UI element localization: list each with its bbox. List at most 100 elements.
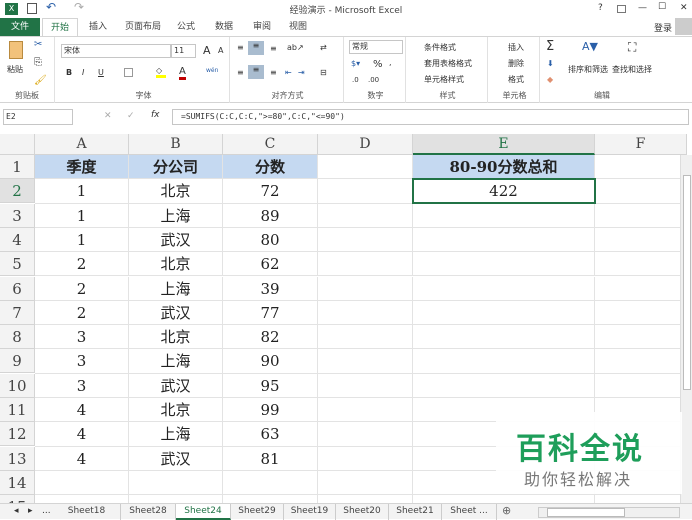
data-cell[interactable]: 1 xyxy=(35,179,129,204)
merge-center-icon[interactable]: ⊟ xyxy=(320,68,327,77)
row-header-11[interactable]: 11 xyxy=(0,398,35,422)
cut-icon[interactable]: ✂ xyxy=(34,39,42,50)
cell[interactable] xyxy=(318,470,413,496)
align-right-icon[interactable]: ≡ xyxy=(270,68,277,77)
cell[interactable] xyxy=(595,373,687,398)
cell[interactable] xyxy=(413,227,595,253)
cell[interactable] xyxy=(413,325,595,350)
row-header-1[interactable]: 1 xyxy=(0,155,35,179)
data-cell[interactable]: 北京 xyxy=(129,252,223,277)
data-cell[interactable]: 3 xyxy=(35,325,129,350)
paste-icon[interactable] xyxy=(9,41,23,59)
cell[interactable] xyxy=(413,252,595,277)
data-cell[interactable]: 2 xyxy=(35,300,129,326)
format-painter-icon[interactable]: 🖌 xyxy=(34,75,47,86)
sort-filter-icon[interactable]: A▼ xyxy=(582,40,598,53)
cell[interactable] xyxy=(318,422,413,447)
bold-button[interactable]: B xyxy=(66,68,72,77)
data-cell[interactable]: 63 xyxy=(223,422,318,447)
find-select-icon[interactable]: ⛶ xyxy=(628,40,636,55)
data-cell[interactable]: 89 xyxy=(223,203,318,228)
cell[interactable] xyxy=(318,155,413,180)
row-header-7[interactable]: 7 xyxy=(0,300,35,325)
row-header-12[interactable]: 12 xyxy=(0,422,35,447)
cell[interactable] xyxy=(318,373,413,398)
fill-color-icon[interactable]: ◇ xyxy=(156,66,166,78)
cell[interactable] xyxy=(318,227,413,253)
tab-page-layout[interactable]: 页面布局 xyxy=(118,18,168,36)
data-cell[interactable]: 80 xyxy=(223,227,318,253)
row-header-6[interactable]: 6 xyxy=(0,276,35,301)
sheet-more-button[interactable]: ... xyxy=(42,506,51,516)
horizontal-scrollbar[interactable] xyxy=(538,507,680,518)
increase-decimal-icon[interactable]: .0 xyxy=(352,76,359,84)
row-header-2[interactable]: 2 xyxy=(0,179,35,204)
data-cell[interactable]: 81 xyxy=(223,446,318,471)
row-header-13[interactable]: 13 xyxy=(0,446,35,471)
cell[interactable] xyxy=(318,203,413,228)
data-cell[interactable]: 1 xyxy=(35,203,129,228)
data-cell[interactable]: 武汉 xyxy=(129,227,223,253)
wrap-text-icon[interactable]: ⇄ xyxy=(320,43,327,52)
header-cell[interactable]: 季度 xyxy=(35,155,129,180)
help-button[interactable]: ? xyxy=(598,3,603,13)
orientation-icon[interactable]: ab↗ xyxy=(287,43,304,52)
insert-function-button[interactable]: fx xyxy=(151,110,160,120)
row-header-4[interactable]: 4 xyxy=(0,227,35,252)
minimize-button[interactable]: — xyxy=(638,3,647,13)
cell[interactable] xyxy=(595,203,687,228)
row-header-14[interactable]: 14 xyxy=(0,470,35,495)
cell[interactable] xyxy=(413,276,595,301)
data-cell[interactable]: 72 xyxy=(223,179,318,204)
cell[interactable] xyxy=(595,349,687,374)
format-as-table-button[interactable]: 套用表格格式 xyxy=(424,58,472,69)
data-cell[interactable]: 62 xyxy=(223,252,318,277)
align-center-icon[interactable]: ≡ xyxy=(248,65,264,79)
row-header-8[interactable]: 8 xyxy=(0,325,35,350)
column-header-b[interactable]: B xyxy=(129,134,223,155)
cell[interactable] xyxy=(129,470,223,496)
align-middle-icon[interactable]: ≡ xyxy=(248,41,264,55)
tab-insert[interactable]: 插入 xyxy=(80,18,116,36)
column-header-d[interactable]: D xyxy=(318,134,413,155)
sheet-tab[interactable]: Sheet20 xyxy=(336,504,389,520)
row-header-9[interactable]: 9 xyxy=(0,349,35,374)
name-box[interactable]: E2 xyxy=(3,109,73,125)
data-cell[interactable]: 北京 xyxy=(129,398,223,423)
cell[interactable] xyxy=(318,300,413,326)
data-cell[interactable]: 4 xyxy=(35,446,129,471)
shrink-font-button[interactable]: A xyxy=(218,46,223,55)
cell[interactable] xyxy=(318,349,413,374)
cell[interactable] xyxy=(413,300,595,326)
insert-cells-button[interactable]: 插入 xyxy=(508,42,524,53)
data-cell[interactable]: 武汉 xyxy=(129,373,223,398)
select-all-button[interactable] xyxy=(0,134,35,155)
cell[interactable] xyxy=(595,155,687,180)
cell[interactable] xyxy=(318,179,413,204)
increase-indent-icon[interactable]: ⇥ xyxy=(298,68,305,77)
data-cell[interactable]: 3 xyxy=(35,373,129,398)
horizontal-scroll-thumb[interactable] xyxy=(547,508,625,517)
sheet-tab[interactable]: Sheet24 xyxy=(176,504,231,520)
cell[interactable] xyxy=(318,446,413,471)
data-cell[interactable]: 武汉 xyxy=(129,446,223,471)
data-cell[interactable]: 39 xyxy=(223,276,318,301)
cancel-icon[interactable]: ✕ xyxy=(104,111,112,121)
row-header-10[interactable]: 10 xyxy=(0,373,35,398)
sheet-tab[interactable]: Sheet28 xyxy=(121,504,176,520)
underline-button[interactable]: U xyxy=(98,68,104,77)
data-cell[interactable]: 上海 xyxy=(129,349,223,374)
data-cell[interactable]: 95 xyxy=(223,373,318,398)
cell-styles-button[interactable]: 单元格样式 xyxy=(424,74,464,85)
data-cell[interactable]: 2 xyxy=(35,276,129,301)
data-cell[interactable]: 北京 xyxy=(129,179,223,204)
cell[interactable] xyxy=(595,179,687,204)
delete-cells-button[interactable]: 删除 xyxy=(508,58,524,69)
sheet-tab[interactable]: Sheet21 xyxy=(389,504,442,520)
align-top-icon[interactable]: ≡ xyxy=(237,43,244,52)
result-header-cell[interactable]: 80-90分数总和 xyxy=(413,155,595,180)
comma-button[interactable]: , xyxy=(389,58,392,67)
data-cell[interactable]: 上海 xyxy=(129,203,223,228)
autosum-button[interactable]: Σ xyxy=(546,39,554,54)
format-cells-button[interactable]: 格式 xyxy=(508,74,524,85)
